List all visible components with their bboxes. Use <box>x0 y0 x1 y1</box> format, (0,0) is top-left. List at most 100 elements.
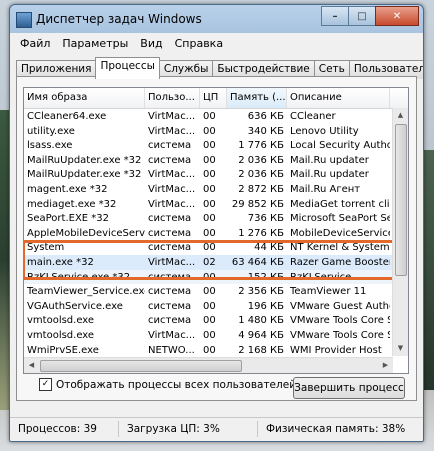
table-row[interactable]: magent.exe *32 VirtMac... 00 2 872 КБ Mail.R… <box>24 182 408 197</box>
table-row[interactable]: SeaPort.EXE *32 система 00 736 КБ Microsoft … <box>24 211 408 226</box>
table-row[interactable]: MailRuUpdater.exe *32 система 00 2 036 КБ Ma… <box>24 153 408 168</box>
cell-name: MailRuUpdater.exe *32 <box>27 169 142 181</box>
menu-file[interactable]: Файл <box>14 37 56 50</box>
table-row[interactable]: mediaget.exe *32 VirtMac... 00 29 852 КБ Med… <box>24 197 408 212</box>
status-processes: Процессов: 39 <box>10 421 119 437</box>
table-row[interactable]: CCleaner64.exe VirtMac... 00 636 КБ CCleaner <box>24 109 408 124</box>
cell-cpu: 02 <box>203 256 216 268</box>
cell-user: VirtMac... <box>148 111 196 122</box>
table-row[interactable]: utility.exe VirtMac... 00 340 КБ Lenovo Util… <box>24 124 408 139</box>
scroll-up-icon[interactable]: ▲ <box>393 108 408 123</box>
cell-user: система <box>148 227 192 239</box>
cell-name: utility.exe <box>27 125 75 137</box>
scroll-right-icon[interactable]: ▶ <box>378 358 393 373</box>
cell-cpu: 00 <box>203 227 216 239</box>
vertical-scrollbar[interactable]: ▲ ▼ <box>392 108 408 356</box>
cell-user: система <box>148 154 192 166</box>
horizontal-scrollbar[interactable]: ◀ ▶ <box>24 357 393 373</box>
cell-cpu: 00 <box>203 154 216 166</box>
caption-buttons: – □ ✕ <box>321 6 419 26</box>
table-row[interactable]: vmtoolsd.exe VirtMac... 00 4 964 КБ VMware T… <box>24 328 408 343</box>
end-process-button[interactable]: Завершить процесс <box>293 377 405 399</box>
cell-name: mediaget.exe *32 <box>27 198 117 210</box>
cell-cpu: 00 <box>203 125 216 137</box>
processes-panel: Имя образа Пользо... ЦП Память (... Опис… <box>16 76 417 401</box>
cell-mem: 63 464 КБ <box>231 256 284 268</box>
cell-cpu: 00 <box>203 198 216 210</box>
cell-user: VirtMac... <box>148 198 196 210</box>
table-row[interactable]: System система 00 44 КБ NT Kernel & System <box>24 240 408 255</box>
cell-user: система <box>148 242 192 254</box>
cell-user: система <box>148 300 192 312</box>
cell-cpu: 00 <box>203 315 216 327</box>
cell-name: vmtoolsd.exe <box>27 329 95 341</box>
cell-cpu: 00 <box>203 286 216 298</box>
table-row[interactable]: VGAuthService.exe система 00 196 КБ VMware G… <box>24 299 408 314</box>
cell-mem: 2 872 КБ <box>238 183 284 195</box>
tab-processes[interactable]: Процессы <box>95 57 160 79</box>
vertical-scroll-thumb[interactable] <box>395 124 407 276</box>
show-all-users-option[interactable]: ✓ Отображать процессы всех пользователей <box>39 378 296 391</box>
table-row[interactable]: main.exe *32 VirtMac... 02 63 464 КБ Razer G… <box>24 254 408 270</box>
table-row[interactable]: WmiPrvSE.exe NETWO... 00 2 168 КБ WMI Provid… <box>24 343 408 358</box>
cell-name: WmiPrvSE.exe <box>27 344 99 356</box>
table-row[interactable]: TeamViewer_Service.exe система 00 2 356 КБ T… <box>24 284 408 299</box>
menu-options[interactable]: Параметры <box>56 37 134 50</box>
cell-desc: WMI Provider Host <box>290 344 382 356</box>
app-icon <box>16 12 32 28</box>
cell-user: VirtMac... <box>148 169 196 181</box>
status-bar: Процессов: 39 Загрузка ЦП: 3% Физическая… <box>10 417 423 440</box>
cell-cpu: 00 <box>203 329 216 341</box>
cell-desc: CCleaner <box>290 111 336 122</box>
table-row[interactable]: AppleMobileDeviceService...система 00 1 27… <box>24 226 408 241</box>
cell-mem: 736 КБ <box>247 213 284 225</box>
column-description[interactable]: Описание <box>287 88 390 108</box>
cell-mem: 1 276 КБ <box>238 227 284 239</box>
close-button[interactable]: ✕ <box>375 6 419 26</box>
minimize-button[interactable]: – <box>321 6 349 26</box>
tab-strip: Приложения Процессы Службы Быстродействи… <box>16 57 423 79</box>
show-all-users-checkbox[interactable]: ✓ <box>39 378 52 391</box>
cell-desc: Razer Game Booster <box>290 256 390 268</box>
column-cpu[interactable]: ЦП <box>200 88 227 108</box>
cell-desc: MobileDeviceService <box>290 227 390 239</box>
table-row[interactable]: vmtoolsd.exe система 00 1 480 КБ VMware Tool… <box>24 313 408 328</box>
cell-cpu: 00 <box>203 111 216 122</box>
scroll-left-icon[interactable]: ◀ <box>24 358 39 373</box>
horizontal-scroll-thumb[interactable] <box>40 360 242 372</box>
table-row[interactable]: RzKLService.exe *32 система 00 152 КБ RzKLSe… <box>24 269 408 285</box>
cell-desc: Lenovo Utility <box>290 125 359 137</box>
cell-desc: NT Kernel & System <box>290 242 390 254</box>
table-row[interactable]: lsass.exe система 00 1 776 КБ Local Security… <box>24 138 408 153</box>
table-body: CCleaner64.exe VirtMac... 00 636 КБ CCleaner… <box>24 109 408 372</box>
table-row[interactable]: MailRuUpdater.exe *32 VirtMac... 00 2 036 К… <box>24 167 408 182</box>
cell-user: VirtMac... <box>148 329 196 341</box>
cell-mem: 4 964 КБ <box>238 329 284 341</box>
process-table: Имя образа Пользо... ЦП Память (... Опис… <box>23 87 409 374</box>
cell-mem: 29 852 КБ <box>231 198 284 210</box>
column-user[interactable]: Пользо... <box>145 88 200 108</box>
cell-desc: MediaGet torrent clien <box>290 198 390 210</box>
column-memory[interactable]: Память (... <box>227 88 287 108</box>
cell-mem: 1 776 КБ <box>238 140 284 152</box>
cell-name: RzKLService.exe *32 <box>27 271 131 283</box>
menu-help[interactable]: Справка <box>169 37 229 50</box>
column-image-name[interactable]: Имя образа <box>24 88 145 108</box>
cell-desc: Mail.Ru Агент <box>290 183 361 195</box>
cell-desc: VMware Guest Auther <box>290 300 390 312</box>
cell-cpu: 00 <box>203 169 216 181</box>
cell-mem: 196 КБ <box>247 300 284 312</box>
cell-name: AppleMobileDeviceService... <box>27 227 145 239</box>
cell-mem: 2 356 КБ <box>238 286 284 298</box>
cell-cpu: 00 <box>203 213 216 225</box>
title-bar[interactable]: Диспетчер задач Windows – □ ✕ <box>10 5 423 33</box>
maximize-button[interactable]: □ <box>348 6 376 26</box>
cell-mem: 2 036 КБ <box>238 169 284 181</box>
cell-name: SeaPort.EXE *32 <box>27 213 110 225</box>
menu-view[interactable]: Вид <box>134 37 168 50</box>
cell-user: система <box>148 213 192 225</box>
scroll-down-icon[interactable]: ▼ <box>393 341 408 356</box>
cell-name: CCleaner64.exe <box>27 111 107 122</box>
close-icon: ✕ <box>392 10 402 22</box>
cell-name: TeamViewer_Service.exe <box>27 286 145 298</box>
